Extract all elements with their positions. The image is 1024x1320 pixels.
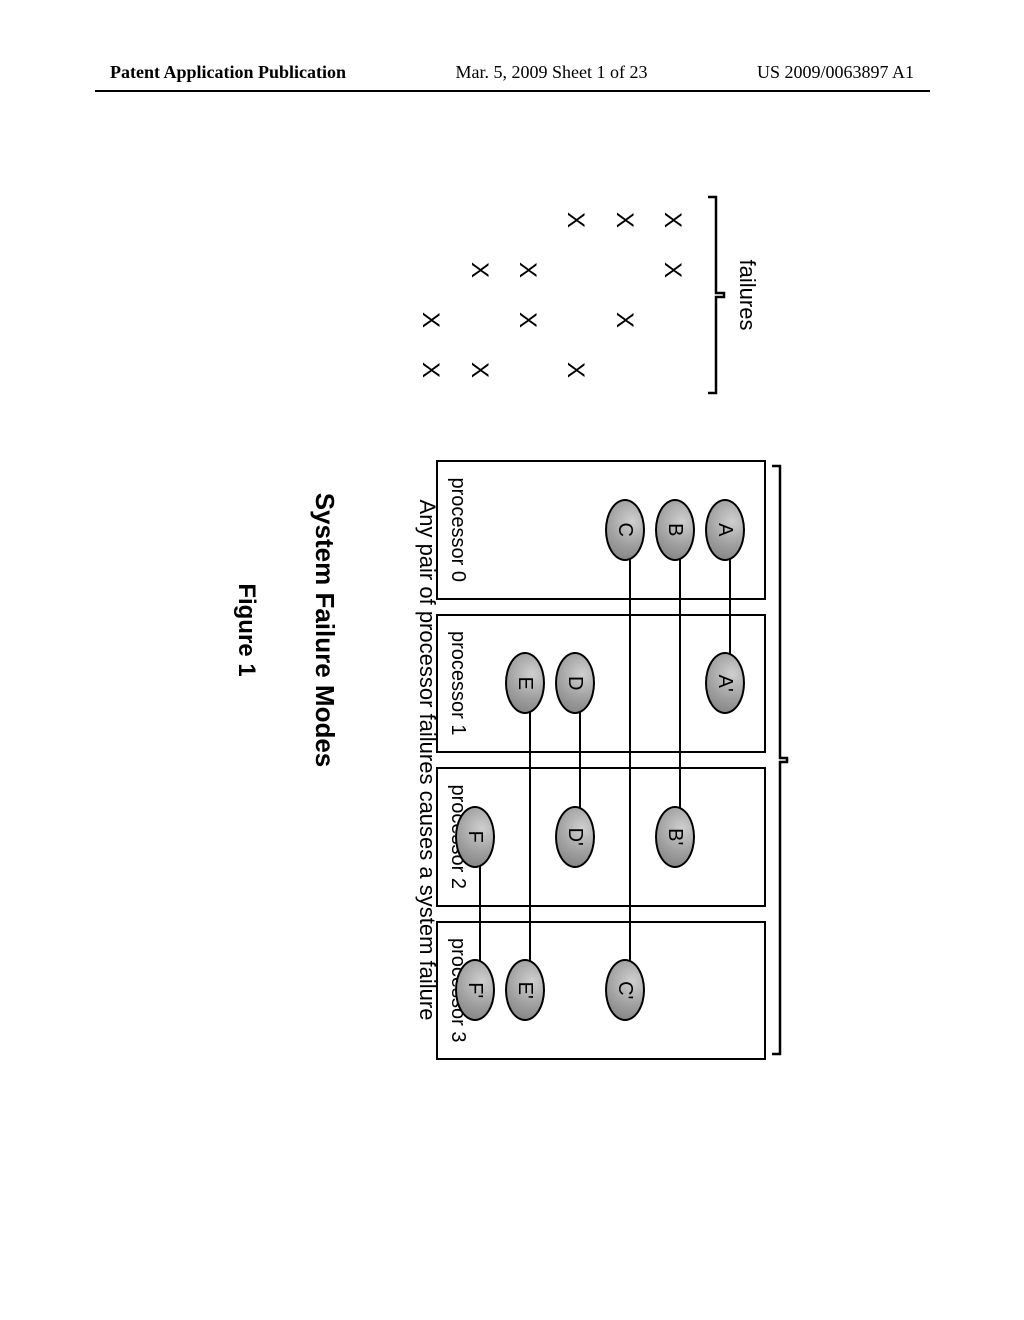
node-slot: A [700, 462, 750, 598]
node-slot [600, 616, 650, 752]
process-node: F [455, 806, 495, 868]
failure-cell: X [503, 245, 551, 295]
failure-cell: X [406, 295, 454, 345]
processor-box: ABCprocessor 0 [436, 460, 766, 600]
failure-cell: X [599, 195, 647, 245]
failures-grid: XXXXXXXXXXXX [406, 195, 696, 395]
failure-cell [599, 345, 647, 395]
process-node: D [555, 652, 595, 714]
node-slot: E' [500, 923, 550, 1059]
failure-cell: X [551, 345, 599, 395]
failure-cell: X [454, 345, 502, 395]
header-left: Patent Application Publication [110, 62, 346, 83]
failures-bracket-icon [704, 195, 728, 395]
node-slot [500, 462, 550, 598]
node-slot [500, 769, 550, 905]
failure-cell [648, 345, 696, 395]
processor-box: B'D'Fprocessor 2 [436, 767, 766, 907]
process-node: B' [655, 806, 695, 868]
process-node: D' [555, 806, 595, 868]
header-rule [95, 90, 930, 92]
node-slot [650, 923, 700, 1059]
failure-cell: X [406, 345, 454, 395]
failure-cell [551, 295, 599, 345]
node-slot: D' [550, 769, 600, 905]
failure-cell: X [454, 245, 502, 295]
node-slot [700, 769, 750, 905]
failure-cell [406, 195, 454, 245]
node-slot [650, 616, 700, 752]
process-node: C [605, 499, 645, 561]
figure-title: System Failure Modes [309, 180, 340, 1080]
process-node: A [705, 499, 745, 561]
failure-cell [648, 295, 696, 345]
node-slot: A' [700, 616, 750, 752]
node-slot [550, 462, 600, 598]
process-node: C' [605, 959, 645, 1021]
processor-row: ABCprocessor 0 A' DEprocessor 1 B' D' Fproces… [436, 460, 766, 1060]
processor-label: processor 0 [446, 478, 469, 583]
failure-cell: X [648, 245, 696, 295]
failures-label: failures [734, 180, 760, 410]
failure-cell [503, 195, 551, 245]
failure-cell [503, 345, 551, 395]
node-slot: C [600, 462, 650, 598]
failure-cell [551, 245, 599, 295]
node-slot: E [500, 616, 550, 752]
figure-number: Figure 1 [232, 180, 260, 1080]
failure-cell [599, 245, 647, 295]
header-center: Mar. 5, 2009 Sheet 1 of 23 [456, 62, 648, 83]
node-slot [550, 923, 600, 1059]
process-node: E' [505, 959, 545, 1021]
node-slot: D [550, 616, 600, 752]
failure-cell: X [599, 295, 647, 345]
header-right: US 2009/0063897 A1 [757, 62, 914, 83]
node-slot [600, 769, 650, 905]
failure-cell: X [648, 195, 696, 245]
figure-rotated-container: failures XXXXXXXXXXXX ABCprocessor 0A'DE… [150, 180, 850, 1080]
process-node: B [655, 499, 695, 561]
failure-cell [454, 295, 502, 345]
node-slot: C' [600, 923, 650, 1059]
process-node: E [505, 652, 545, 714]
failure-cell [454, 195, 502, 245]
processor-box: C'E'F'processor 3 [436, 921, 766, 1061]
process-node: F' [455, 959, 495, 1021]
failure-cell: X [503, 295, 551, 345]
processors-bracket-icon [768, 460, 790, 1060]
node-slot: B [650, 462, 700, 598]
figure-caption: Any pair of processor failures causes a … [414, 450, 440, 1070]
failure-cell [406, 245, 454, 295]
node-slot [700, 923, 750, 1059]
page-header: Patent Application Publication Mar. 5, 2… [0, 62, 1024, 83]
processors-block: ABCprocessor 0 A' DEprocessor 1 B' D' Fproces… [436, 460, 790, 1060]
process-node: A' [705, 652, 745, 714]
failure-cell: X [551, 195, 599, 245]
processor-box: A' DEprocessor 1 [436, 614, 766, 754]
node-slot: B' [650, 769, 700, 905]
processor-label: processor 1 [446, 631, 469, 736]
failures-block: failures XXXXXXXXXXXX [406, 180, 760, 410]
